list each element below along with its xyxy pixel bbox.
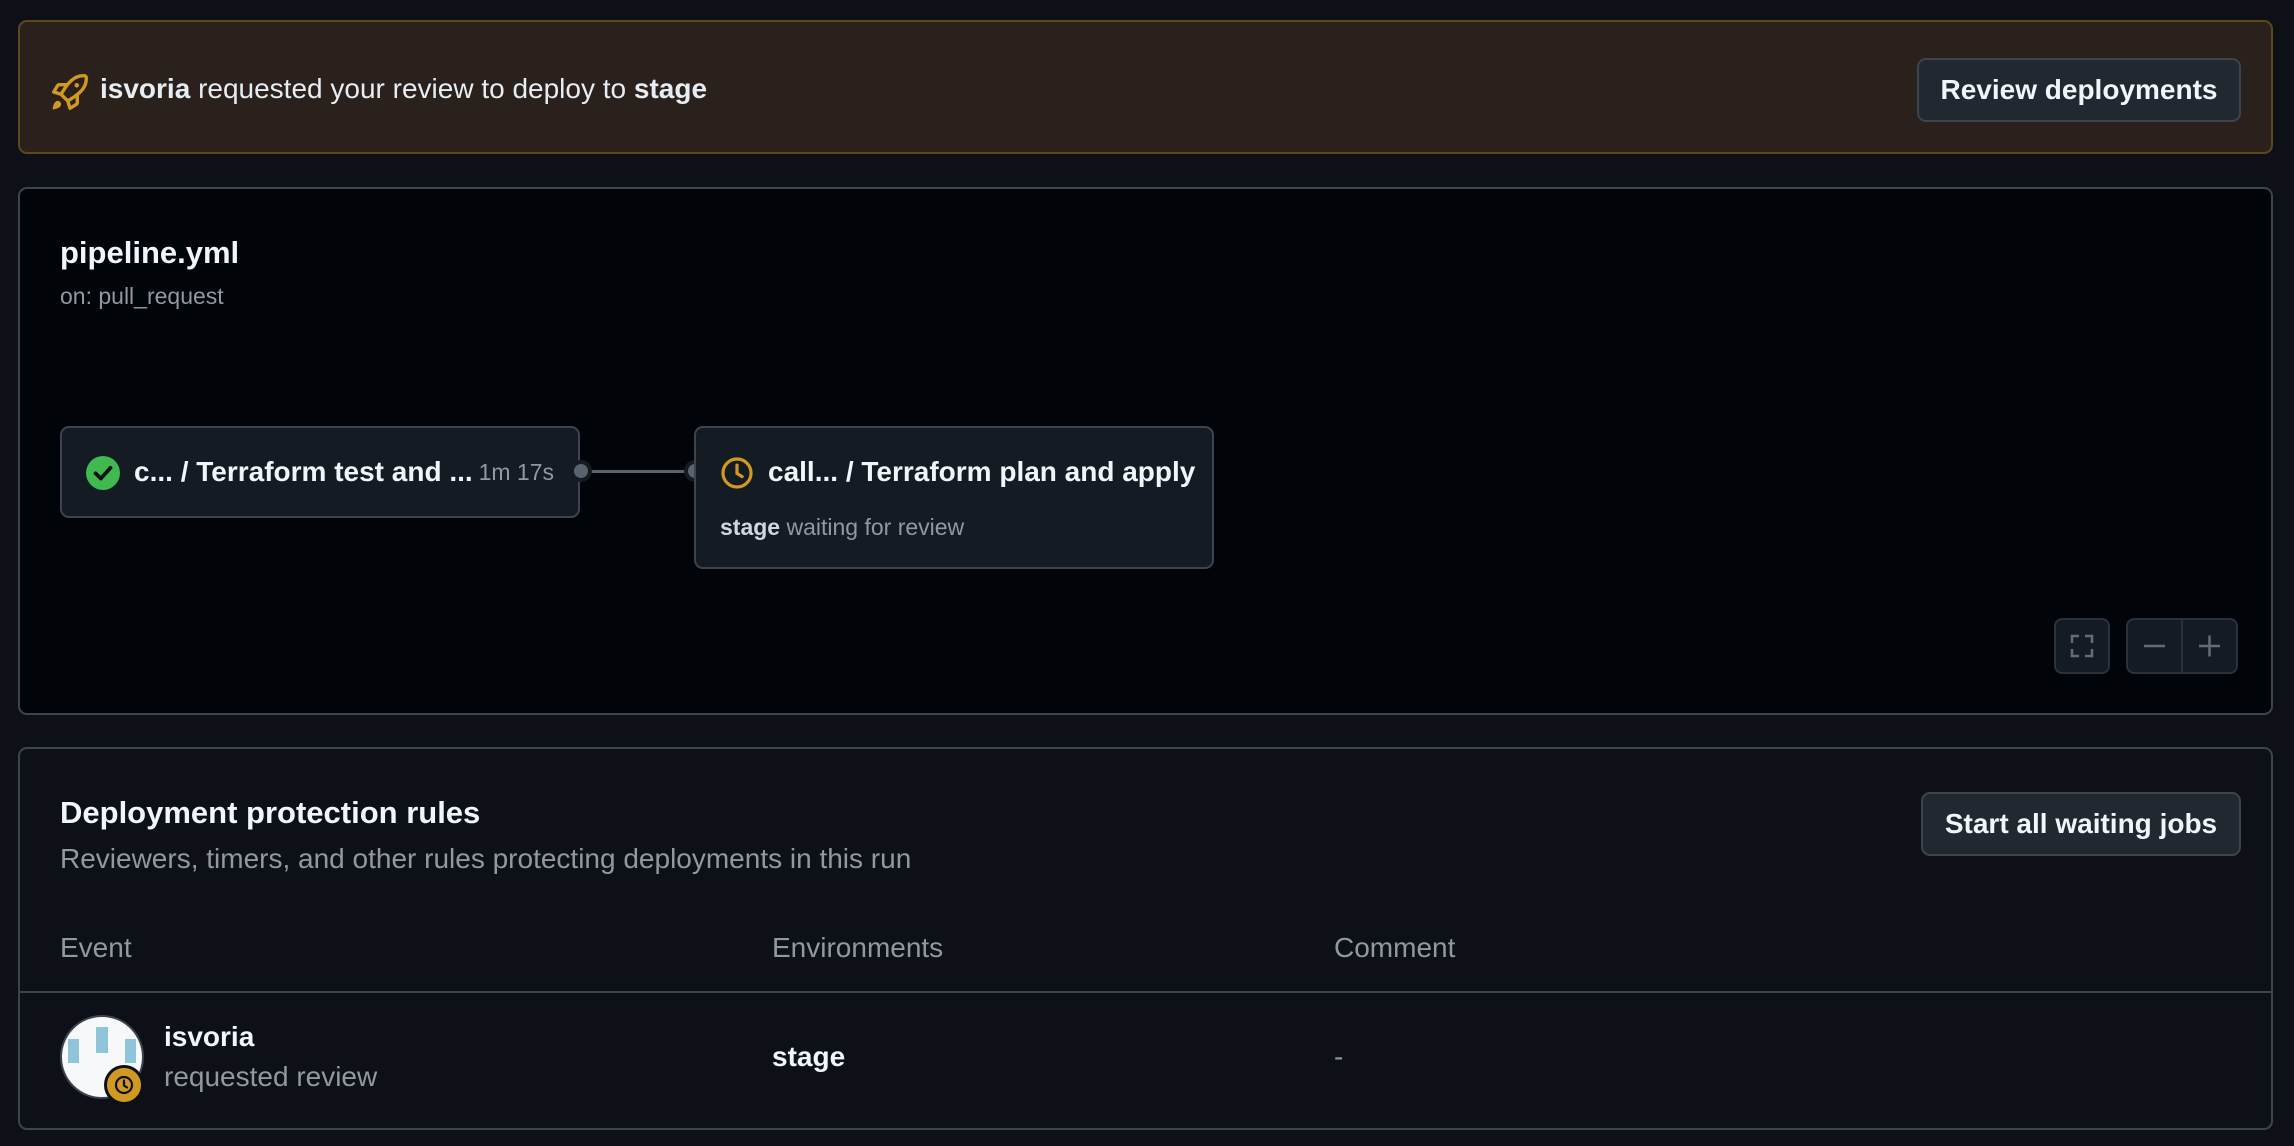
banner-text: requested your review to deploy to (198, 73, 627, 104)
job-name: c... / Terraform test and ... (134, 456, 473, 487)
job-duration: 1m 17s (478, 459, 554, 485)
zoom-controls (2126, 618, 2238, 674)
workflow-trigger: on: pull_request (60, 283, 224, 309)
pending-badge (104, 1065, 144, 1105)
job-environment: stage (720, 514, 781, 540)
banner-message: isvoria requested your review to deploy … (100, 22, 707, 156)
fullscreen-icon (2070, 634, 2094, 658)
job-card-test[interactable]: c... / Terraform test and ... 1m 17s (60, 426, 580, 518)
job-status-note: stage waiting for review (720, 514, 964, 541)
comment-cell: - (1334, 1041, 1344, 1072)
rules-title: Deployment protection rules (60, 795, 481, 830)
clock-icon (114, 1075, 134, 1095)
workflow-title: pipeline.yml (60, 235, 240, 270)
job-connector (580, 470, 694, 473)
job-card-plan-apply[interactable]: call... / Terraform plan and apply stage… (694, 426, 1214, 569)
job-note-text: waiting for review (786, 514, 965, 540)
start-waiting-jobs-button[interactable]: Start all waiting jobs (1921, 792, 2241, 856)
clock-icon (721, 457, 753, 489)
rocket-icon (52, 74, 88, 110)
zoom-out-icon[interactable] (2128, 620, 2181, 672)
table-divider (20, 991, 2271, 993)
job-name: call... / Terraform plan and apply (768, 456, 1196, 487)
rules-description: Reviewers, timers, and other rules prote… (60, 843, 912, 874)
event-user[interactable]: isvoria (164, 1021, 254, 1053)
check-circle-icon (86, 456, 120, 490)
fullscreen-button[interactable] (2054, 618, 2110, 674)
zoom-in-icon[interactable] (2183, 620, 2236, 672)
banner-user[interactable]: isvoria (100, 73, 190, 104)
environment-cell: stage (772, 1041, 846, 1072)
connector-dot-out (570, 460, 592, 482)
event-description: requested review (164, 1061, 378, 1092)
workflow-graph: pipeline.yml on: pull_request c... / Ter… (18, 187, 2273, 715)
column-header-comment: Comment (1334, 932, 1456, 963)
column-header-event: Event (60, 932, 132, 963)
review-banner: isvoria requested your review to deploy … (18, 20, 2273, 154)
column-header-environments: Environments (772, 932, 944, 963)
protection-rules-panel: Deployment protection rules Reviewers, t… (18, 747, 2273, 1130)
review-deployments-button[interactable]: Review deployments (1917, 58, 2241, 122)
banner-environment: stage (633, 73, 708, 104)
